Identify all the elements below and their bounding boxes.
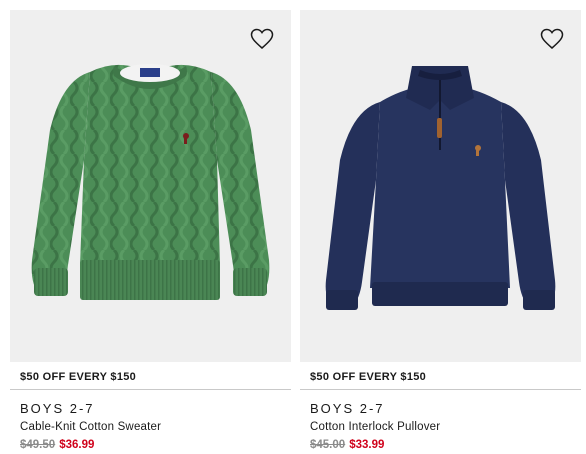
- sale-price: $36.99: [59, 439, 95, 451]
- product-category: BOYS 2-7: [20, 401, 95, 416]
- product-category: BOYS 2-7: [310, 401, 385, 416]
- green-cable-knit-sweater-image: [31, 64, 270, 300]
- promo-label: $50 OFF EVERY $150: [20, 371, 137, 383]
- divider: [10, 389, 291, 390]
- product-name-link[interactable]: Cable-Knit Cotton Sweater: [20, 421, 161, 433]
- product-name-link[interactable]: Cotton Interlock Pullover: [310, 421, 440, 433]
- heart-outline-icon[interactable]: [540, 28, 564, 50]
- original-price: $45.00: [310, 439, 346, 451]
- heart-outline-icon[interactable]: [250, 28, 274, 50]
- original-price: $49.50: [20, 439, 56, 451]
- price-row: $49.50 $36.99: [20, 439, 94, 451]
- product-card[interactable]: $50 OFF EVERY $150 BOYS 2-7 Cotton Inter…: [300, 10, 581, 454]
- sale-price: $33.99: [349, 439, 385, 451]
- product-image[interactable]: [300, 10, 581, 362]
- divider: [300, 389, 581, 390]
- navy-pullover-image: [325, 66, 556, 310]
- price-row: $45.00 $33.99: [310, 439, 384, 451]
- product-image[interactable]: [10, 10, 291, 362]
- product-card[interactable]: $50 OFF EVERY $150 BOYS 2-7 Cable-Knit C…: [10, 10, 291, 454]
- promo-label: $50 OFF EVERY $150: [310, 371, 427, 383]
